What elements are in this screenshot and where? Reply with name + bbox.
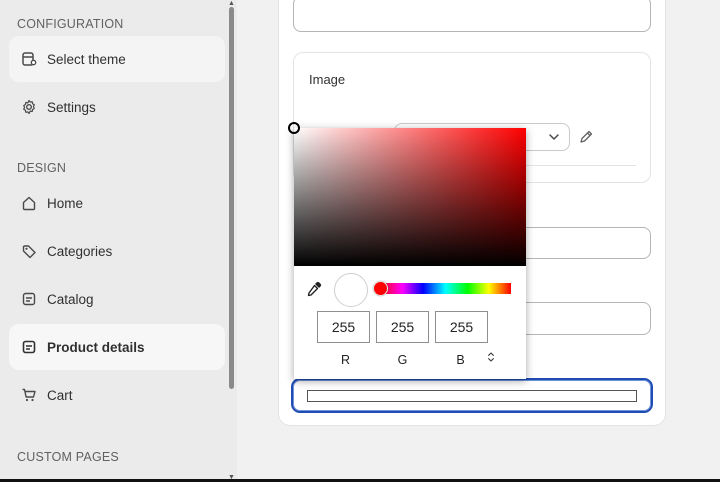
scroll-thumb[interactable]: [229, 7, 234, 389]
sidebar-item-label: Settings: [47, 99, 96, 115]
gear-icon: [21, 99, 37, 115]
sidebar-item-label: Select theme: [47, 51, 126, 67]
sidebar-item-cart[interactable]: Cart: [9, 372, 225, 418]
hue-slider-handle[interactable]: [373, 281, 388, 296]
up-down-chevron-icon[interactable]: [484, 351, 498, 367]
cart-icon: [21, 387, 37, 403]
chevron-down-icon: [549, 134, 559, 140]
color-value-swatch[interactable]: [307, 390, 637, 402]
sidebar-item-settings[interactable]: Settings: [9, 84, 225, 130]
section-label-custom-pages: CUSTOM PAGES: [17, 450, 119, 464]
tag-icon: [21, 243, 37, 259]
section-label-configuration: CONFIGURATION: [17, 17, 124, 31]
scroll-up-arrow-icon[interactable]: ▲: [228, 0, 235, 7]
current-color-swatch: [334, 273, 368, 307]
image-label: Image: [309, 72, 346, 87]
sidebar-item-categories[interactable]: Categories: [9, 228, 225, 274]
sidebar-item-label: Catalog: [47, 291, 94, 307]
theme-icon: [21, 51, 37, 67]
blue-label: B: [456, 353, 465, 367]
sidebar-item-select-theme[interactable]: Select theme: [9, 36, 225, 82]
green-input[interactable]: 255: [376, 311, 429, 343]
sidebar-item-home[interactable]: Home: [9, 180, 225, 226]
section-label-design: DESIGN: [17, 161, 67, 175]
text-input-top[interactable]: [293, 0, 651, 32]
home-icon: [21, 195, 37, 211]
sidebar-item-catalog[interactable]: Catalog: [9, 276, 225, 322]
catalog-icon: [21, 291, 37, 307]
red-label: R: [340, 353, 351, 367]
sidebar: CONFIGURATION Select theme Settings DESI…: [0, 0, 237, 482]
product-details-icon: [21, 339, 37, 355]
color-input-field[interactable]: [291, 378, 653, 413]
saturation-value-handle[interactable]: [288, 122, 300, 134]
eyedropper-icon[interactable]: [305, 280, 323, 298]
sidebar-item-product-details[interactable]: Product details: [9, 324, 225, 370]
blue-input[interactable]: 255: [435, 311, 488, 343]
green-label: G: [397, 353, 408, 367]
sidebar-item-label: Product details: [47, 339, 145, 355]
sidebar-item-label: Cart: [47, 387, 73, 403]
sidebar-scrollbar[interactable]: ▲ ▼: [227, 0, 237, 482]
hue-slider[interactable]: [380, 283, 511, 294]
red-input[interactable]: 255: [317, 311, 370, 343]
color-picker-popup: 255 255 255 R G B: [288, 122, 526, 379]
sidebar-item-label: Home: [47, 195, 84, 211]
pencil-icon[interactable]: [578, 129, 594, 145]
saturation-value-area[interactable]: [288, 122, 526, 266]
sidebar-item-label: Categories: [47, 243, 113, 259]
